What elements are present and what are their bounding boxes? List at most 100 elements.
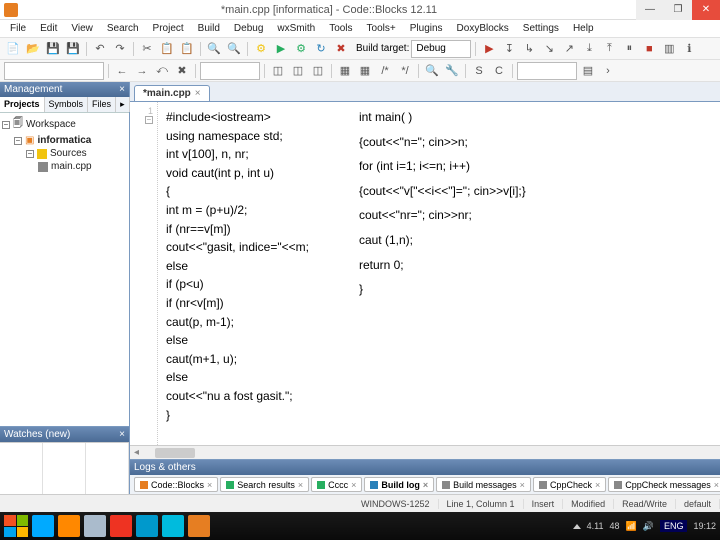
log-tab-cccc[interactable]: Cccc× bbox=[311, 477, 362, 492]
taskbar-app1-icon[interactable] bbox=[84, 515, 106, 537]
menu-view[interactable]: View bbox=[65, 21, 99, 36]
back-history-icon[interactable]: ← bbox=[113, 62, 131, 80]
close-button[interactable]: ✕ bbox=[692, 0, 720, 20]
stop-debug-icon[interactable]: ■ bbox=[640, 40, 658, 58]
text-left-icon[interactable]: ▤ bbox=[579, 62, 597, 80]
save-all-icon[interactable]: 💾 bbox=[64, 40, 82, 58]
tab-close-icon[interactable]: × bbox=[195, 88, 201, 99]
system-tray[interactable]: 4.11 48 📶 🔊 ENG 19:12 bbox=[573, 520, 716, 532]
minimize-button[interactable]: — bbox=[636, 0, 664, 20]
new-file-icon[interactable]: 📄 bbox=[4, 40, 22, 58]
clear-icon[interactable]: ✖ bbox=[173, 62, 191, 80]
fold-toggle-icon[interactable]: – bbox=[145, 116, 153, 124]
save-icon[interactable]: 💾 bbox=[44, 40, 62, 58]
menu-settings[interactable]: Settings bbox=[517, 21, 565, 36]
tree-file-main[interactable]: main.cpp bbox=[2, 160, 127, 173]
paste-icon[interactable]: 📋 bbox=[178, 40, 196, 58]
extra-combo[interactable] bbox=[517, 62, 577, 80]
watches-grid[interactable] bbox=[0, 442, 129, 494]
log-tab-close-icon[interactable]: × bbox=[351, 480, 356, 490]
menu-plugins[interactable]: Plugins bbox=[404, 21, 449, 36]
management-close-icon[interactable]: × bbox=[119, 84, 125, 95]
watches-close-icon[interactable]: × bbox=[119, 429, 125, 440]
taskbar-app4-icon[interactable] bbox=[162, 515, 184, 537]
redo-icon[interactable]: ↷ bbox=[111, 40, 129, 58]
log-tab-build-messages[interactable]: Build messages× bbox=[436, 477, 531, 492]
chevron-right-icon[interactable]: › bbox=[599, 62, 617, 80]
build-target-combo[interactable]: Debug bbox=[411, 40, 471, 58]
doxy2-icon[interactable]: ▦ bbox=[356, 62, 374, 80]
build-run-icon[interactable]: ⚙ bbox=[292, 40, 310, 58]
taskbar-folder-icon[interactable] bbox=[58, 515, 80, 537]
editor-tab-main[interactable]: *main.cpp× bbox=[134, 85, 210, 101]
log-tab-close-icon[interactable]: × bbox=[423, 480, 428, 490]
next-line-icon[interactable]: ↳ bbox=[520, 40, 538, 58]
doxy1-icon[interactable]: ▦ bbox=[336, 62, 354, 80]
tray-language[interactable]: ENG bbox=[660, 520, 688, 532]
run-to-cursor-icon[interactable]: ↧ bbox=[500, 40, 518, 58]
maximize-button[interactable]: ❐ bbox=[664, 0, 692, 20]
mgmt-tabs-more-icon[interactable]: ▸ bbox=[116, 97, 130, 112]
letter-c-icon[interactable]: C bbox=[490, 62, 508, 80]
mgmt-tab-files[interactable]: Files bbox=[88, 97, 116, 112]
mgmt-tab-projects[interactable]: Projects bbox=[0, 97, 45, 112]
doxy4-icon[interactable]: */ bbox=[396, 62, 414, 80]
wrench-icon[interactable]: 🔧 bbox=[443, 62, 461, 80]
menu-tools[interactable]: Tools bbox=[323, 21, 358, 36]
bookmark-prev-icon[interactable]: ◫ bbox=[289, 62, 307, 80]
fwd-history-icon[interactable]: → bbox=[133, 62, 151, 80]
bookmark-toggle-icon[interactable]: ◫ bbox=[269, 62, 287, 80]
menu-search[interactable]: Search bbox=[101, 21, 145, 36]
log-tab-search-results[interactable]: Search results× bbox=[220, 477, 309, 492]
tray-wifi-icon[interactable]: 📶 bbox=[626, 521, 637, 532]
step-instr-icon[interactable]: ⤒ bbox=[600, 40, 618, 58]
menu-tools+[interactable]: Tools+ bbox=[361, 21, 402, 36]
step-into-icon[interactable]: ↘ bbox=[540, 40, 558, 58]
next-instr-icon[interactable]: ⤓ bbox=[580, 40, 598, 58]
log-tab-cppcheck[interactable]: CppCheck× bbox=[533, 477, 606, 492]
start-button[interactable] bbox=[4, 515, 28, 537]
menu-wxsmith[interactable]: wxSmith bbox=[271, 21, 321, 36]
debug-continue-icon[interactable]: ▶ bbox=[480, 40, 498, 58]
log-tab-close-icon[interactable]: × bbox=[207, 480, 212, 490]
open-icon[interactable]: 📂 bbox=[24, 40, 42, 58]
doxy3-icon[interactable]: /* bbox=[376, 62, 394, 80]
mgmt-tab-symbols[interactable]: Symbols bbox=[45, 97, 89, 112]
abort-icon[interactable]: ✖ bbox=[332, 40, 350, 58]
replace-icon[interactable]: 🔍 bbox=[225, 40, 243, 58]
menu-debug[interactable]: Debug bbox=[228, 21, 269, 36]
taskbar-app2-icon[interactable] bbox=[110, 515, 132, 537]
log-tab-close-icon[interactable]: × bbox=[714, 480, 719, 490]
run-icon[interactable]: ▶ bbox=[272, 40, 290, 58]
rebuild-icon[interactable]: ↻ bbox=[312, 40, 330, 58]
jump-combo[interactable] bbox=[200, 62, 260, 80]
tray-time[interactable]: 19:12 bbox=[693, 521, 716, 531]
cut-icon[interactable]: ✂ bbox=[138, 40, 156, 58]
menu-edit[interactable]: Edit bbox=[34, 21, 63, 36]
tray-volume-icon[interactable]: 🔊 bbox=[643, 521, 654, 532]
copy-icon[interactable]: 📋 bbox=[158, 40, 176, 58]
log-tab-close-icon[interactable]: × bbox=[595, 480, 600, 490]
taskbar-codeblocks-icon[interactable] bbox=[188, 515, 210, 537]
taskbar-app3-icon[interactable] bbox=[136, 515, 158, 537]
undo-icon[interactable]: ↶ bbox=[91, 40, 109, 58]
break-icon[interactable]: ⏸ bbox=[620, 40, 638, 58]
info-icon[interactable]: ℹ bbox=[680, 40, 698, 58]
horizontal-scrollbar[interactable]: ◂ bbox=[130, 445, 720, 459]
menu-build[interactable]: Build bbox=[192, 21, 226, 36]
log-tab-code-blocks[interactable]: Code::Blocks× bbox=[134, 477, 218, 492]
menu-file[interactable]: File bbox=[4, 21, 32, 36]
log-tab-close-icon[interactable]: × bbox=[520, 480, 525, 490]
menu-project[interactable]: Project bbox=[147, 21, 190, 36]
build-icon[interactable]: ⚙ bbox=[252, 40, 270, 58]
last-jump-icon[interactable]: ⤺ bbox=[153, 62, 171, 80]
tray-expand-icon[interactable] bbox=[573, 524, 581, 529]
tree-project[interactable]: –▣informatica bbox=[2, 134, 127, 147]
tree-sources[interactable]: –Sources bbox=[2, 147, 127, 160]
search-tool-icon[interactable]: 🔍 bbox=[423, 62, 441, 80]
bookmark-next-icon[interactable]: ◫ bbox=[309, 62, 327, 80]
menu-doxyblocks[interactable]: DoxyBlocks bbox=[451, 21, 515, 36]
find-icon[interactable]: 🔍 bbox=[205, 40, 223, 58]
taskbar-ie-icon[interactable] bbox=[32, 515, 54, 537]
log-tab-cppcheck-messages[interactable]: CppCheck messages× bbox=[608, 477, 720, 492]
